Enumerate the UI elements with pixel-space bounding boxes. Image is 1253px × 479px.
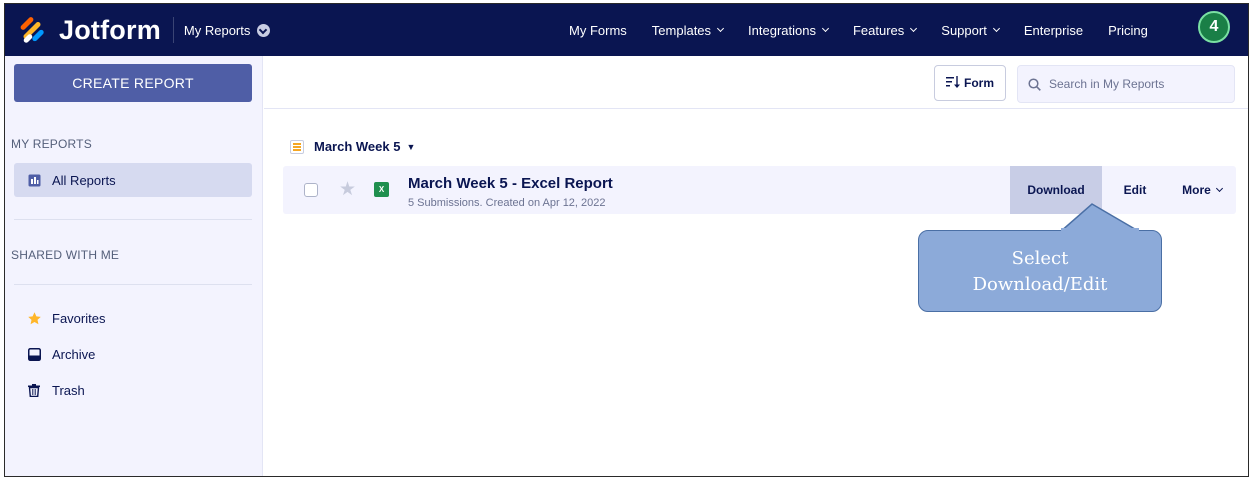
sidebar-item-label: Trash bbox=[52, 382, 85, 398]
nav-link-label: Integrations bbox=[748, 22, 816, 38]
nav-link-templates[interactable]: Templates bbox=[651, 22, 725, 38]
chevron-down-icon bbox=[1215, 184, 1223, 193]
group-icon bbox=[290, 139, 304, 154]
chevron-down-icon bbox=[716, 24, 725, 33]
sidebar-item-favorites[interactable]: Favorites bbox=[14, 301, 252, 335]
reports-icon bbox=[26, 172, 42, 188]
sidebar-item-label: Archive bbox=[52, 346, 96, 362]
nav-link-label: Templates bbox=[651, 22, 712, 38]
sidebar: CREATE REPORT MY REPORTS All Reports SHA… bbox=[5, 56, 263, 476]
nav-link-support[interactable]: Support bbox=[941, 22, 1000, 38]
shared-with-me-heading[interactable]: SHARED WITH ME bbox=[11, 248, 119, 262]
chevron-down-icon bbox=[910, 24, 918, 33]
create-report-button[interactable]: CREATE REPORT bbox=[14, 64, 252, 102]
trash-icon bbox=[26, 382, 42, 398]
brand-name: Jotform bbox=[59, 14, 161, 45]
more-button[interactable]: More bbox=[1168, 166, 1236, 214]
sidebar-item-archive[interactable]: Archive bbox=[14, 337, 252, 371]
sidebar-item-label: Favorites bbox=[52, 310, 106, 326]
callout-pointer-cover bbox=[1061, 228, 1139, 234]
nav-link-label: Features bbox=[852, 22, 905, 38]
sort-by-form-button[interactable]: Form bbox=[934, 65, 1006, 101]
my-reports-heading: MY REPORTS bbox=[11, 137, 92, 151]
callout-line-1: Select bbox=[1011, 248, 1069, 269]
nav-link-label: Enterprise bbox=[1023, 22, 1084, 38]
caret-down-icon: ▼ bbox=[406, 141, 416, 152]
group-title: March Week 5 bbox=[314, 139, 401, 154]
search-input[interactable] bbox=[1049, 77, 1219, 91]
favorite-star-icon[interactable]: ★ bbox=[339, 178, 356, 201]
nav-link-integrations[interactable]: Integrations bbox=[748, 22, 830, 38]
nav-divider bbox=[172, 17, 174, 43]
excel-icon: X bbox=[374, 182, 389, 197]
report-title[interactable]: March Week 5 - Excel Report bbox=[408, 175, 613, 192]
sort-icon bbox=[946, 75, 960, 91]
chevron-down-icon bbox=[821, 24, 830, 33]
nav-link-label: Support bbox=[941, 22, 987, 38]
report-group-dropdown[interactable]: March Week 5 ▼ bbox=[290, 139, 415, 154]
sidebar-item-label: All Reports bbox=[52, 172, 116, 188]
chevron-down-icon bbox=[257, 23, 271, 37]
nav-link-enterprise[interactable]: Enterprise bbox=[1024, 23, 1083, 38]
archive-icon bbox=[26, 346, 42, 362]
sidebar-divider bbox=[14, 284, 252, 285]
more-button-label: More bbox=[1182, 183, 1211, 197]
report-meta: 5 Submissions. Created on Apr 12, 2022 bbox=[408, 197, 606, 209]
user-avatar[interactable]: 4 bbox=[1198, 11, 1230, 43]
main-toolbar: Form bbox=[264, 56, 1248, 109]
nav-link-label: Pricing bbox=[1108, 22, 1148, 38]
jotform-logo[interactable]: Jotform bbox=[19, 15, 161, 46]
top-navigation: Jotform My Reports My Forms Templates In… bbox=[5, 4, 1248, 56]
sidebar-divider bbox=[14, 219, 252, 220]
chevron-down-icon bbox=[992, 24, 1000, 33]
star-icon bbox=[26, 310, 42, 326]
search-box[interactable] bbox=[1017, 65, 1235, 103]
search-icon bbox=[1028, 77, 1041, 91]
nav-link-pricing[interactable]: Pricing bbox=[1108, 23, 1148, 38]
section-switcher[interactable]: My Reports bbox=[183, 22, 271, 38]
app-window: Jotform My Reports My Forms Templates In… bbox=[4, 3, 1249, 477]
callout-line-2: Download/Edit bbox=[972, 274, 1108, 295]
nav-link-features[interactable]: Features bbox=[852, 22, 918, 38]
sidebar-item-trash[interactable]: Trash bbox=[14, 373, 252, 407]
nav-links: My Forms Templates Integrations Features… bbox=[569, 4, 1173, 56]
nav-link-my-forms[interactable]: My Forms bbox=[569, 23, 627, 38]
section-switcher-label: My Reports bbox=[183, 22, 251, 38]
sidebar-item-all-reports[interactable]: All Reports bbox=[14, 163, 252, 197]
callout-annotation: Select Download/Edit bbox=[918, 230, 1162, 312]
sort-button-label: Form bbox=[964, 76, 994, 90]
report-checkbox[interactable] bbox=[304, 183, 318, 197]
nav-link-label: My Forms bbox=[569, 22, 627, 38]
jotform-logo-icon bbox=[19, 16, 49, 44]
